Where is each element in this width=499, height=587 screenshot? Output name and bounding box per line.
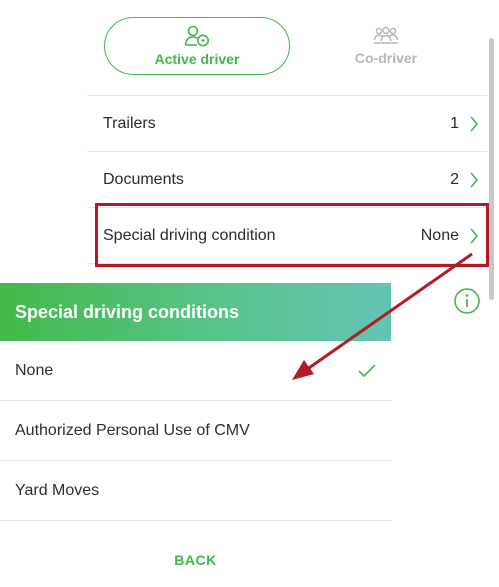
option-label: Yard Moves — [15, 481, 100, 499]
special-driving-condition-row[interactable]: Special driving condition None — [87, 207, 487, 263]
checkmark-icon — [357, 363, 377, 384]
row-label: Special driving condition — [103, 226, 276, 244]
co-driver-label: Co-driver — [354, 50, 418, 66]
option-authorized-personal-use[interactable]: Authorized Personal Use of CMV — [0, 401, 391, 461]
row-value: 1 — [450, 114, 459, 132]
co-driver-button[interactable]: Co-driver — [306, 17, 466, 75]
active-driver-label: Active driver — [154, 51, 240, 67]
info-icon[interactable] — [453, 287, 481, 320]
option-label: Authorized Personal Use of CMV — [15, 421, 250, 439]
back-button[interactable]: BACK — [0, 521, 391, 587]
row-value: 2 — [450, 170, 459, 188]
list-divider — [87, 263, 487, 264]
option-label: None — [15, 361, 54, 379]
active-driver-button[interactable]: Active driver — [104, 17, 290, 75]
row-label: Trailers — [103, 114, 156, 132]
scrollbar[interactable] — [489, 38, 494, 300]
option-none[interactable]: None — [0, 341, 391, 401]
row-label: Documents — [103, 170, 184, 188]
documents-row[interactable]: Documents 2 — [87, 151, 487, 207]
page: Active driver Co-driver Trailers 1 Docum… — [0, 0, 499, 587]
chevron-right-icon — [469, 227, 479, 250]
active-driver-icon — [184, 25, 210, 47]
co-driver-icon — [373, 26, 399, 46]
settings-list: Trailers 1 Documents 2 Special driving c… — [87, 95, 487, 264]
special-driving-conditions-dialog: Special driving conditions None Authoriz… — [0, 283, 391, 587]
option-yard-moves[interactable]: Yard Moves — [0, 461, 391, 521]
row-value: None — [420, 226, 459, 244]
trailers-row[interactable]: Trailers 1 — [87, 95, 487, 151]
chevron-right-icon — [469, 171, 479, 194]
dialog-title: Special driving conditions — [0, 283, 391, 341]
chevron-right-icon — [469, 115, 479, 138]
